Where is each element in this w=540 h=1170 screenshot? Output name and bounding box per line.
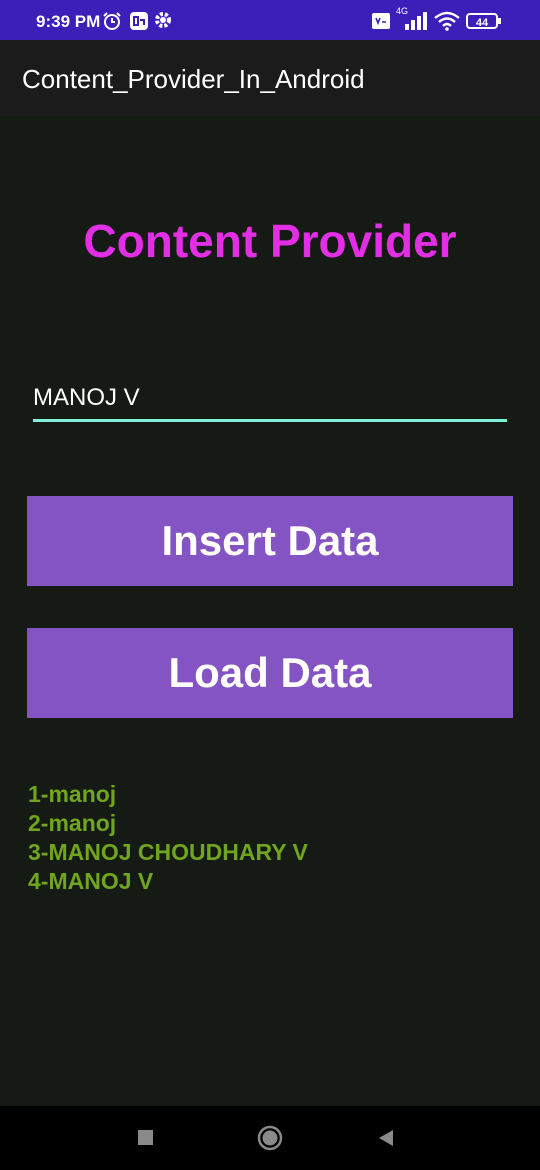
app-bar: Content_Provider_In_Android [0,40,540,116]
load-data-button[interactable]: Load Data [27,628,513,718]
app-notification-icon [129,11,149,36]
list-item: 1-manoj [28,781,117,807]
insert-data-button[interactable]: Insert Data [27,496,513,586]
battery-icon: 44 [466,13,501,31]
app-title: Content_Provider_In_Android [22,64,365,94]
recents-square-icon[interactable] [136,1128,156,1153]
settings-gear-icon [154,11,172,34]
back-triangle-icon[interactable] [376,1128,396,1153]
volte-icon [371,11,391,36]
alarm-icon [102,11,122,36]
network-label: 4G [396,6,409,16]
main-content: Content Provider Insert Data Load Data 1… [0,116,540,1106]
results-list: 1-manoj 2-manoj 3-MANOJ CHOUDHARY V 4-MA… [28,780,308,896]
signal-4g-icon: 4G [395,6,429,39]
battery-level: 44 [475,17,489,29]
name-input[interactable] [33,381,507,422]
list-item: 4-MANOJ V [28,868,154,894]
status-time: 9:39 PM [36,12,101,31]
home-circle-icon[interactable] [256,1124,284,1157]
list-item: 2-manoj [28,810,117,836]
list-item: 3-MANOJ CHOUDHARY V [28,839,308,865]
wifi-icon [434,11,460,36]
page-title: Content Provider [83,215,457,267]
navigation-bar [0,1106,540,1170]
status-bar: 9:39 PM 4G 44 [0,0,540,40]
